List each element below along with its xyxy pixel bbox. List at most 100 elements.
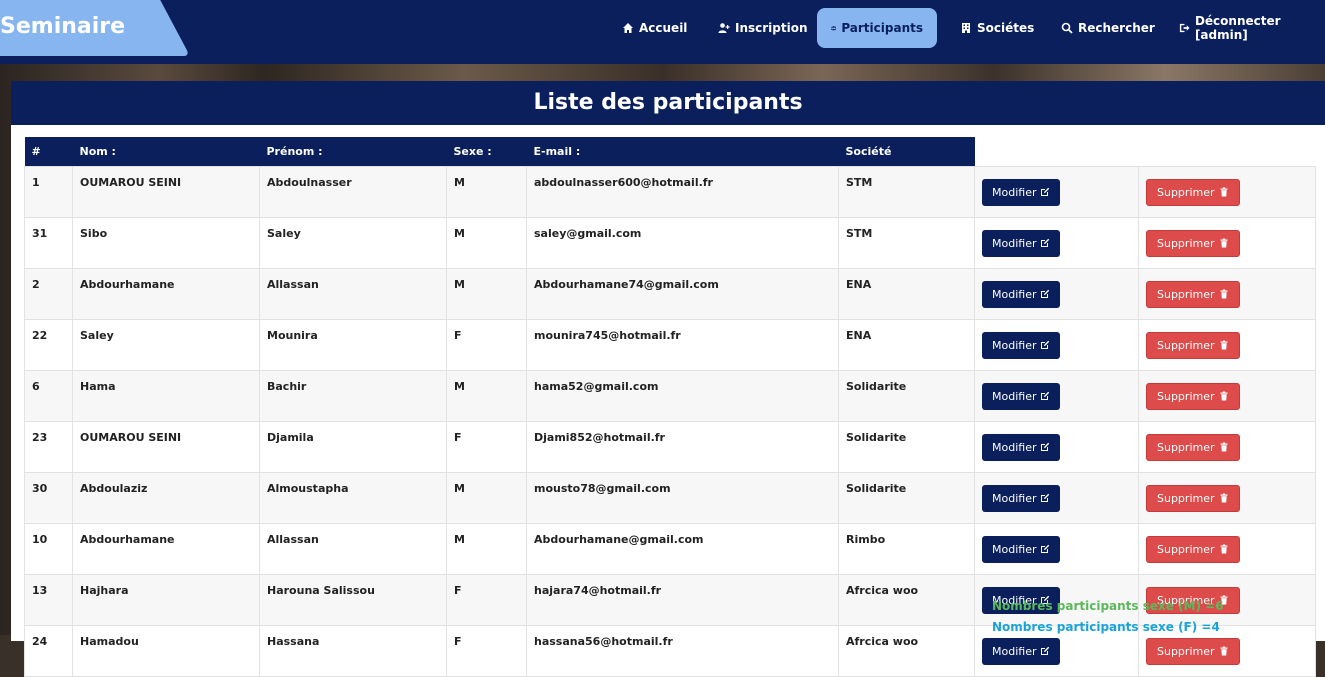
modify-button[interactable]: Modifier bbox=[982, 484, 1061, 512]
modify-label: Modifier bbox=[992, 542, 1037, 556]
modify-button[interactable]: Modifier bbox=[982, 433, 1061, 461]
cell-prenom: Saley bbox=[259, 217, 447, 269]
cell-id: 22 bbox=[24, 319, 73, 371]
delete-button[interactable]: Supprimer bbox=[1146, 280, 1240, 308]
delete-button[interactable]: Supprimer bbox=[1146, 637, 1240, 665]
top-navbar: Seminaire Accueil Inscription Participan… bbox=[0, 0, 1325, 64]
nav-deconnecter[interactable]: Déconnecter [admin] bbox=[1179, 8, 1325, 48]
cell-prenom: Bachir bbox=[259, 370, 447, 422]
delete-button[interactable]: Supprimer bbox=[1146, 178, 1240, 206]
stat-female: Nombres participants sexe (F) =4 bbox=[992, 620, 1220, 634]
nav-label: Inscription bbox=[735, 21, 808, 35]
table-row: 23 OUMAROU SEINI Djamila F Djami852@hotmail.… bbox=[24, 421, 1316, 473]
cell-email: hajara74@hotmail.fr bbox=[526, 574, 839, 626]
cell-nom: Abdoulaziz bbox=[72, 472, 260, 524]
cell-email: mousto78@gmail.com bbox=[526, 472, 839, 524]
delete-cell: Supprimer bbox=[1138, 319, 1316, 371]
modify-button[interactable]: Modifier bbox=[982, 178, 1061, 206]
search-icon bbox=[1061, 22, 1073, 34]
table-row: 6 Hama Bachir Mhama52@gmail.com Solidarite Mo… bbox=[24, 370, 1316, 422]
cell-prenom: Abdoulnasser bbox=[259, 166, 447, 218]
delete-label: Supprimer bbox=[1157, 644, 1215, 658]
participants-panel: Liste des participants # Nom : Prénom : … bbox=[11, 81, 1325, 677]
cell-email: saley@gmail.com bbox=[526, 217, 839, 269]
modify-cell: Modifier bbox=[974, 217, 1139, 269]
cell-prenom: Almoustapha bbox=[259, 472, 447, 524]
users-icon bbox=[831, 26, 837, 31]
trash-icon bbox=[1220, 391, 1228, 401]
table-header-row: # Nom : Prénom : Sexe : E-mail : Société bbox=[24, 137, 1316, 167]
trash-icon bbox=[1220, 493, 1228, 503]
delete-button[interactable]: Supprimer bbox=[1146, 535, 1240, 563]
col-id: # bbox=[24, 137, 73, 167]
page-title: Liste des participants bbox=[11, 81, 1325, 125]
edit-icon bbox=[1041, 646, 1050, 655]
modify-button[interactable]: Modifier bbox=[982, 637, 1061, 665]
trash-icon bbox=[1220, 544, 1228, 554]
modify-label: Modifier bbox=[992, 440, 1037, 454]
nav-rechercher[interactable]: Rechercher bbox=[1061, 8, 1155, 48]
stat-male: Nombres participants sexe (M) =6 bbox=[992, 599, 1224, 613]
cell-societe: ENA bbox=[838, 319, 975, 371]
cell-id: 6 bbox=[24, 370, 73, 422]
delete-cell: Supprimer bbox=[1138, 523, 1316, 575]
edit-icon bbox=[1041, 493, 1050, 502]
delete-button[interactable]: Supprimer bbox=[1146, 484, 1240, 512]
nav-accueil[interactable]: Accueil bbox=[622, 8, 687, 48]
delete-cell: Supprimer bbox=[1138, 217, 1316, 269]
cell-sexe: F bbox=[446, 319, 527, 371]
delete-button[interactable]: Supprimer bbox=[1146, 433, 1240, 461]
modify-button[interactable]: Modifier bbox=[982, 382, 1061, 410]
col-sexe: Sexe : bbox=[446, 137, 527, 167]
trash-icon bbox=[1220, 340, 1228, 350]
cell-prenom: Allassan bbox=[259, 523, 447, 575]
nav-participants[interactable]: Participants bbox=[817, 8, 937, 48]
delete-label: Supprimer bbox=[1157, 491, 1215, 505]
delete-cell: Supprimer bbox=[1138, 421, 1316, 473]
cell-id: 30 bbox=[24, 472, 73, 524]
delete-button[interactable]: Supprimer bbox=[1146, 382, 1240, 410]
nav-societes[interactable]: Sociétes bbox=[960, 8, 1034, 48]
nav-inscription[interactable]: Inscription bbox=[718, 8, 808, 48]
cell-sexe: M bbox=[446, 370, 527, 422]
edit-icon bbox=[1041, 544, 1050, 553]
user-plus-icon bbox=[718, 23, 730, 33]
cell-id: 31 bbox=[24, 217, 73, 269]
modify-button[interactable]: Modifier bbox=[982, 280, 1061, 308]
cell-prenom: Allassan bbox=[259, 268, 447, 320]
col-societe: Société bbox=[838, 137, 975, 167]
trash-icon bbox=[1220, 289, 1228, 299]
cell-prenom: Djamila bbox=[259, 421, 447, 473]
cell-prenom: Harouna Salissou bbox=[259, 574, 447, 626]
cell-sexe: M bbox=[446, 166, 527, 218]
modify-cell: Modifier bbox=[974, 268, 1139, 320]
brand-title[interactable]: Seminaire bbox=[0, 14, 125, 39]
delete-label: Supprimer bbox=[1157, 440, 1215, 454]
modify-button[interactable]: Modifier bbox=[982, 229, 1061, 257]
delete-cell: Supprimer bbox=[1138, 268, 1316, 320]
edit-icon bbox=[1041, 238, 1050, 247]
trash-icon bbox=[1220, 238, 1228, 248]
delete-label: Supprimer bbox=[1157, 389, 1215, 403]
modify-button[interactable]: Modifier bbox=[982, 535, 1061, 563]
modify-label: Modifier bbox=[992, 644, 1037, 658]
cell-societe: Afrcica woo bbox=[838, 574, 975, 626]
nav-label: Sociétes bbox=[977, 21, 1035, 35]
col-email: E-mail : bbox=[526, 137, 839, 167]
delete-label: Supprimer bbox=[1157, 287, 1215, 301]
delete-button[interactable]: Supprimer bbox=[1146, 331, 1240, 359]
cell-email: hassana56@hotmail.fr bbox=[526, 625, 839, 677]
delete-cell: Supprimer bbox=[1138, 472, 1316, 524]
cell-nom: OUMAROU SEINI bbox=[72, 421, 260, 473]
col-delete bbox=[1138, 137, 1316, 167]
delete-cell: Supprimer bbox=[1138, 166, 1316, 218]
cell-societe: Rimbo bbox=[838, 523, 975, 575]
delete-label: Supprimer bbox=[1157, 338, 1215, 352]
table-row: 1 OUMAROU SEINI Abdoulnasser Mabdoulnasser6… bbox=[24, 166, 1316, 218]
cell-societe: STM bbox=[838, 166, 975, 218]
cell-societe: Solidarite bbox=[838, 421, 975, 473]
modify-button[interactable]: Modifier bbox=[982, 331, 1061, 359]
nav-label: Participants bbox=[841, 21, 923, 35]
modify-cell: Modifier bbox=[974, 421, 1139, 473]
delete-button[interactable]: Supprimer bbox=[1146, 229, 1240, 257]
